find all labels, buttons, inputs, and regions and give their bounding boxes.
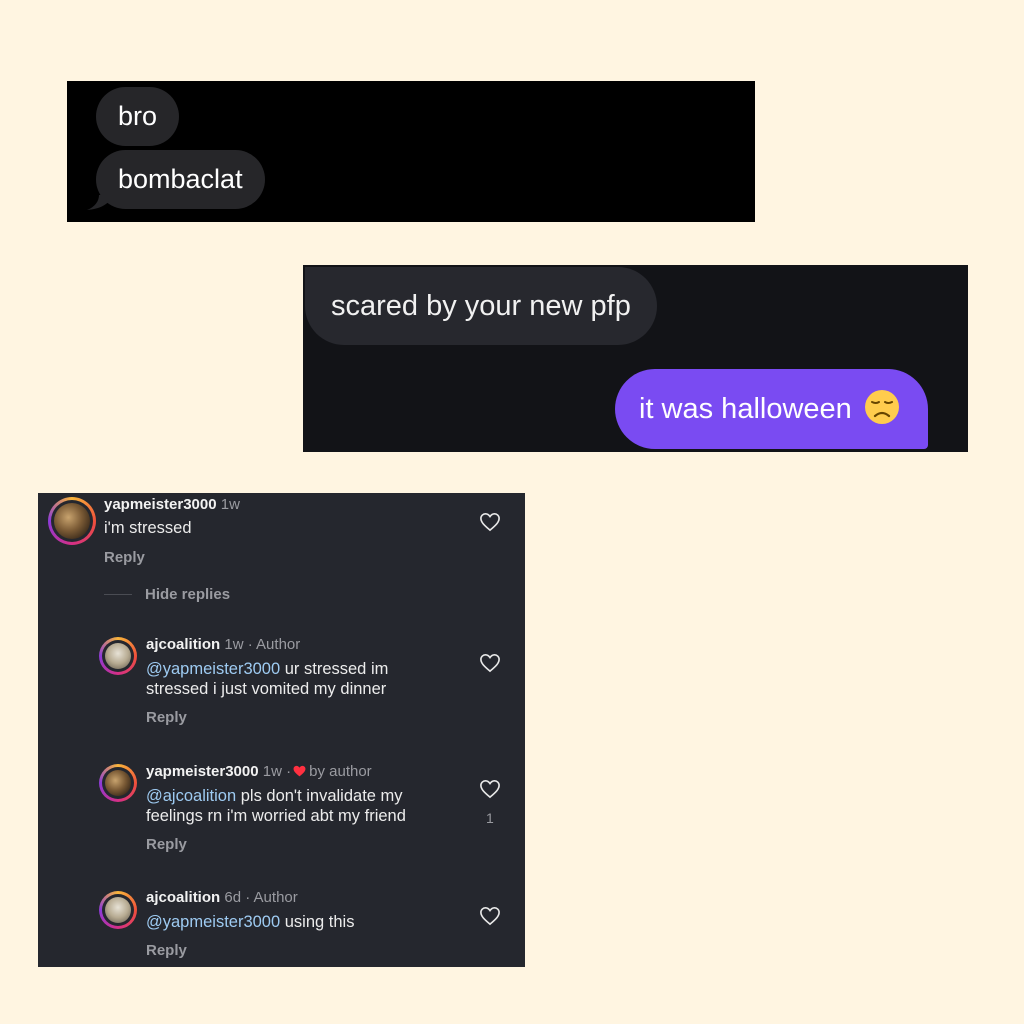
mention-link[interactable]: @ajcoalition <box>146 787 236 805</box>
mention-link[interactable]: @yapmeister3000 <box>146 660 280 678</box>
imessage-panel: bro bombaclat <box>67 81 755 222</box>
author-badge: · Author <box>245 889 298 906</box>
like-count: 1 <box>486 810 494 826</box>
heart-icon[interactable] <box>479 779 501 799</box>
author-badge: · Author <box>247 636 301 653</box>
received-message: scared by your new pfp <box>305 267 657 345</box>
hide-replies-button[interactable]: Hide replies <box>145 586 230 603</box>
heart-icon[interactable] <box>479 906 501 926</box>
comment-time: 6d <box>224 889 242 906</box>
comment-username[interactable]: ajcoalition 6d · Author <box>146 889 298 906</box>
reply-button[interactable]: Reply <box>146 942 187 959</box>
comments-panel: yapmeister3000 1w i'm stressed Reply Hid… <box>38 493 525 967</box>
heart-icon[interactable] <box>479 512 501 532</box>
sent-message-text: it was halloween <box>639 393 852 425</box>
comment-text: @yapmeister3000 using this <box>146 913 355 931</box>
bubble-tail-icon <box>87 195 113 210</box>
sent-message: it was halloween <box>615 369 928 449</box>
reply-button[interactable]: Reply <box>146 709 187 726</box>
avatar[interactable] <box>48 497 96 545</box>
reply-button[interactable]: Reply <box>104 549 145 566</box>
message-bubble: bombaclat <box>96 150 265 209</box>
reply-button[interactable]: Reply <box>146 836 187 853</box>
dm-panel: scared by your new pfp it was halloween <box>303 265 968 452</box>
comment-text: @ajcoalition pls don't invalidate my fee… <box>146 787 406 825</box>
comment-time: 1w <box>262 763 282 780</box>
comment-time: 1w <box>224 636 244 653</box>
comment-text: @yapmeister3000 ur stressed im stressed … <box>146 660 389 698</box>
message-bubble: bro <box>96 87 180 146</box>
comment-username[interactable]: yapmeister3000 1w <box>104 496 240 513</box>
avatar[interactable] <box>99 891 137 929</box>
avatar[interactable] <box>99 764 137 802</box>
comment-time: 1w <box>220 496 240 513</box>
red-heart-icon <box>293 765 306 777</box>
avatar[interactable] <box>99 637 137 675</box>
comment-username[interactable]: yapmeister3000 1w · by author <box>146 763 372 780</box>
heart-icon[interactable] <box>479 653 501 673</box>
comment-text: i'm stressed <box>104 519 192 537</box>
disappointed-face-icon <box>864 390 899 425</box>
comment-username[interactable]: ajcoalition 1w · Author <box>146 636 300 653</box>
mention-link[interactable]: @yapmeister3000 <box>146 913 280 931</box>
divider-line <box>104 594 132 595</box>
liked-by-author-label: by author <box>309 763 372 780</box>
